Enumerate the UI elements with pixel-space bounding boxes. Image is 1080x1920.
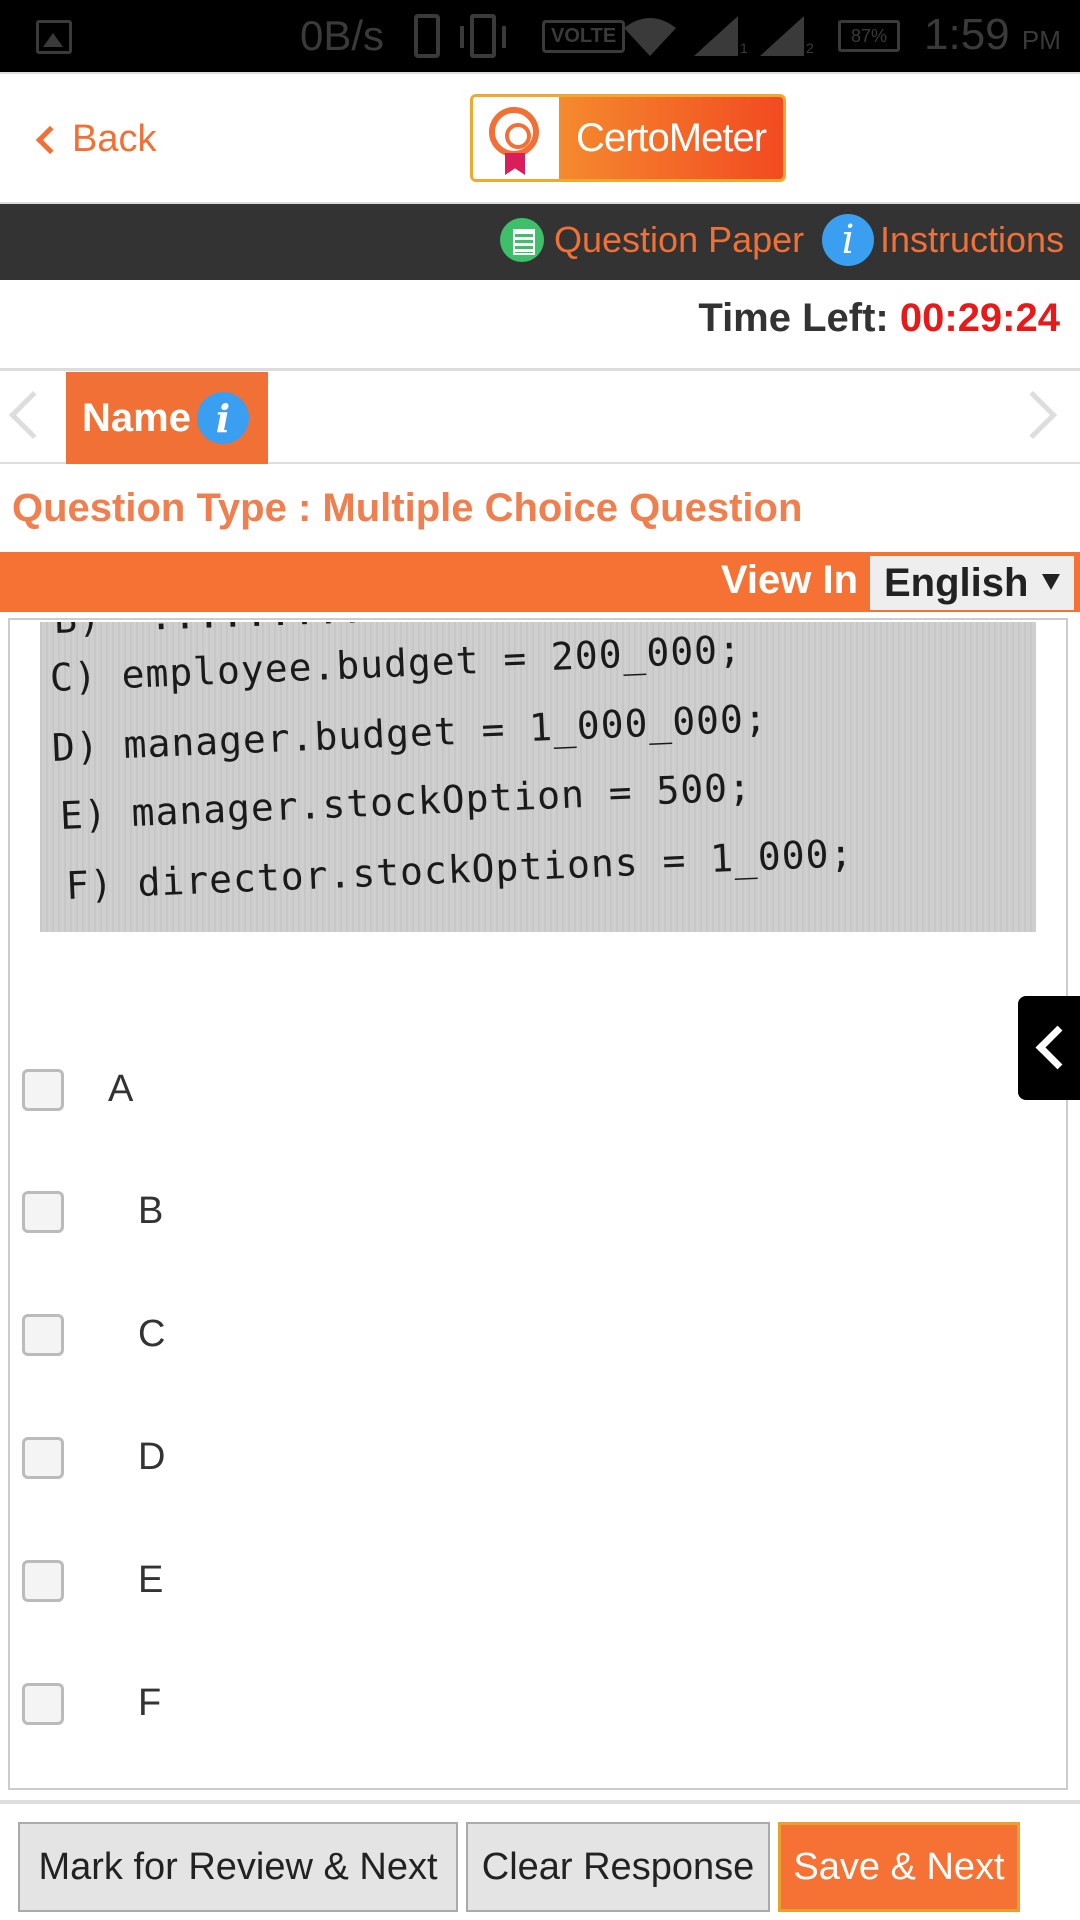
clock-ampm: PM (1021, 25, 1061, 55)
sim1-label: 1 (740, 40, 748, 56)
option-checkbox[interactable] (22, 1437, 64, 1479)
question-palette-toggle[interactable] (1018, 996, 1080, 1100)
sim2-label: 2 (806, 40, 814, 56)
option-checkbox[interactable] (22, 1683, 64, 1725)
instructions-link[interactable]: i Instructions (822, 214, 1064, 266)
divider (0, 1800, 1080, 1804)
option-f[interactable]: F (22, 1674, 161, 1734)
time-left: Time Left: 00:29:24 (698, 296, 1060, 341)
info-icon: i (822, 214, 874, 266)
option-label: C (138, 1313, 166, 1355)
clock: 1:59 PM (924, 10, 1061, 60)
chevron-right-icon[interactable] (1008, 390, 1058, 440)
question-panel[interactable]: B) ............. C) employee.budget = 20… (8, 618, 1068, 1790)
mark-review-next-button[interactable]: Mark for Review & Next (18, 1822, 458, 1912)
option-label: D (138, 1436, 166, 1478)
status-bar: 0B/s VOLTE 1 2 87% 1:59 PM (0, 0, 1080, 72)
language-value: English (884, 560, 1029, 605)
battery-icon: 87% (838, 20, 900, 52)
section-tab-label: Name (82, 395, 191, 440)
section-tabs: Name i (0, 372, 1080, 464)
exam-toolbar: Question Paper i Instructions (0, 204, 1080, 280)
view-in-bar: View In English (0, 552, 1080, 612)
option-b[interactable]: B (22, 1182, 163, 1242)
signal-icon-sim2 (760, 16, 804, 56)
section-tab-name[interactable]: Name i (66, 372, 268, 464)
certometer-logo: CertoMeter (470, 94, 786, 182)
option-label: A (108, 1068, 134, 1110)
app-header: Back CertoMeter (0, 72, 1080, 204)
back-label: Back (72, 118, 157, 160)
battery-level: 87% (850, 26, 888, 46)
option-label: F (138, 1682, 162, 1724)
chevron-left-icon[interactable] (8, 390, 58, 440)
option-a[interactable]: A (22, 1060, 133, 1120)
document-list-icon (500, 218, 544, 262)
option-checkbox[interactable] (22, 1191, 64, 1233)
language-select[interactable]: English (870, 556, 1074, 610)
option-label: B (138, 1190, 164, 1232)
code-line: B) ............. (53, 622, 460, 642)
net-speed: 0B/s (300, 12, 385, 59)
code-line: F) director.stockOptions = 1_000; (65, 831, 855, 908)
time-left-value: 00:29:24 (899, 296, 1060, 340)
gallery-icon (36, 20, 72, 54)
wifi-icon (624, 18, 676, 56)
instructions-label: Instructions (880, 219, 1065, 260)
code-line: D) manager.budget = 1_000_000; (51, 696, 769, 770)
signal-icon-sim1 (694, 16, 738, 56)
option-e[interactable]: E (22, 1551, 163, 1611)
back-button[interactable]: Back (35, 118, 157, 161)
save-next-button[interactable]: Save & Next (778, 1822, 1020, 1912)
code-line: E) manager.stockOption = 500; (59, 765, 753, 838)
option-label: E (138, 1559, 164, 1601)
option-d[interactable]: D (22, 1428, 165, 1488)
caret-down-icon (1042, 574, 1060, 590)
time-left-label: Time Left: (698, 296, 889, 340)
logo-text: CertoMeter (559, 97, 783, 179)
question-paper-link[interactable]: Question Paper (500, 218, 804, 262)
view-in-label: View In (720, 558, 858, 602)
question-paper-label: Question Paper (554, 219, 805, 260)
clock-time: 1:59 (924, 10, 1010, 59)
volte-badge: VOLTE (542, 20, 626, 53)
clear-response-button[interactable]: Clear Response (466, 1822, 770, 1912)
vibrate-icon (460, 14, 506, 58)
info-icon[interactable]: i (196, 392, 249, 444)
question-code-image: B) ............. C) employee.budget = 20… (40, 622, 1036, 932)
option-checkbox[interactable] (22, 1560, 64, 1602)
option-checkbox[interactable] (22, 1069, 64, 1111)
question-type: Question Type : Multiple Choice Question (12, 486, 803, 530)
phone-icon (414, 14, 440, 58)
target-badge-icon (473, 97, 559, 179)
chevron-left-icon (35, 125, 65, 154)
option-checkbox[interactable] (22, 1314, 64, 1356)
option-c[interactable]: C (22, 1305, 165, 1365)
divider (0, 368, 1080, 371)
